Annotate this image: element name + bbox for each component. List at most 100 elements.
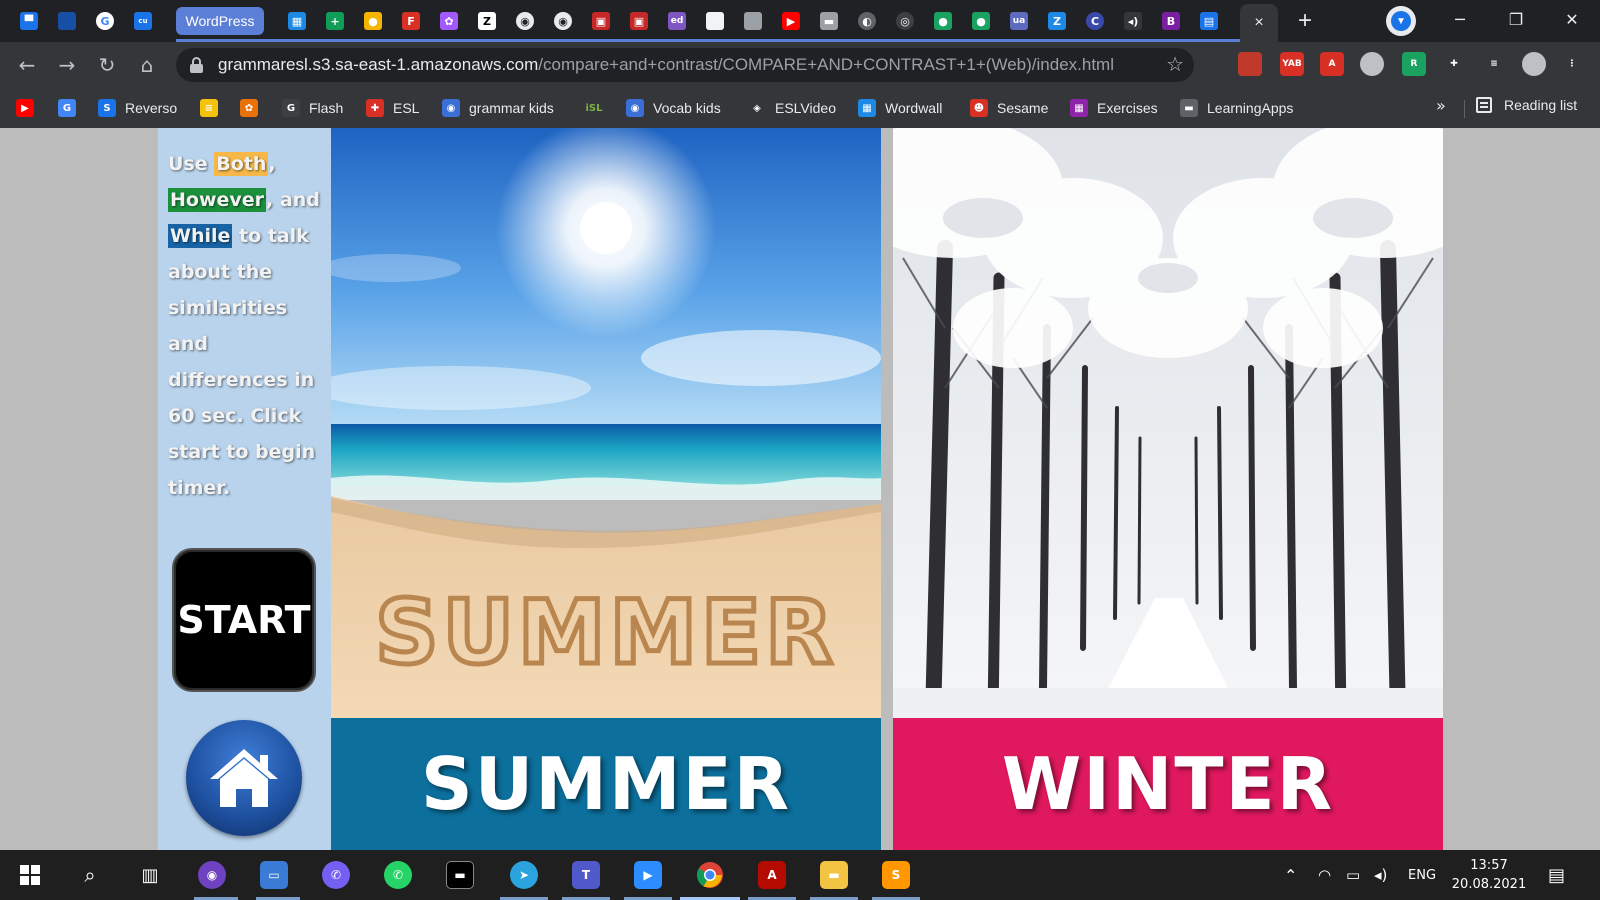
- yab-icon[interactable]: YAB: [1280, 52, 1304, 76]
- shield-icon[interactable]: [1360, 52, 1384, 76]
- close-window-button[interactable]: ✕: [1544, 0, 1600, 38]
- bookmark-item[interactable]: ✚ ESL: [366, 97, 419, 119]
- tab-13[interactable]: [738, 6, 768, 36]
- bookmark-item[interactable]: ▦ Wordwall: [858, 97, 942, 119]
- tab-11[interactable]: ed: [662, 6, 692, 36]
- show-hidden-icons-button[interactable]: ⌃: [1284, 850, 1297, 900]
- network-icon[interactable]: ◠: [1318, 850, 1331, 900]
- minimize-button[interactable]: ─: [1432, 0, 1488, 38]
- bookmark-item[interactable]: G: [58, 97, 85, 119]
- bookmark-item[interactable]: ◉ Vocab kids: [626, 97, 721, 119]
- browser-toolbar: ← → ↻ ⌂ grammaresl.s3.sa-east-1.amazonaw…: [0, 42, 1600, 88]
- tab-24[interactable]: B: [1156, 6, 1186, 36]
- reload-button[interactable]: ↻: [92, 50, 122, 80]
- bookmark-item[interactable]: ▶: [16, 97, 43, 119]
- taskbar-app-github[interactable]: ◉: [194, 857, 230, 893]
- forward-button[interactable]: →: [52, 50, 82, 80]
- home-button[interactable]: [186, 720, 302, 836]
- tab-14[interactable]: ▶: [776, 6, 806, 36]
- taskbar-app-explorer[interactable]: ▬: [816, 857, 852, 893]
- account-icon[interactable]: [1522, 52, 1546, 76]
- clock[interactable]: 13:57 20.08.2021: [1444, 856, 1534, 894]
- taskbar-app-teams[interactable]: T: [568, 857, 604, 893]
- active-tab-close-button[interactable]: ×: [1240, 4, 1278, 42]
- profile-icon[interactable]: ▼: [1386, 6, 1416, 36]
- start-menu-button[interactable]: [12, 857, 48, 893]
- bookmark-item[interactable]: G Flash: [282, 97, 343, 119]
- bookmark-item[interactable]: ▬ LearningApps: [1180, 97, 1293, 119]
- pinned-tab-4[interactable]: cu: [128, 6, 158, 36]
- tab-20[interactable]: ua: [1004, 6, 1034, 36]
- bookmark-star-icon[interactable]: ☆: [1166, 52, 1184, 76]
- search-icon[interactable]: ⌕: [72, 857, 108, 893]
- puzzle-icon[interactable]: ✚: [1442, 52, 1466, 76]
- tab-22[interactable]: C: [1080, 6, 1110, 36]
- tab-8[interactable]: ◉: [548, 6, 578, 36]
- taskbar-app-zoom[interactable]: ▶: [630, 857, 666, 893]
- tab-18[interactable]: ●: [928, 6, 958, 36]
- taskbar-app-viber[interactable]: ✆: [318, 857, 354, 893]
- pinned-tab-2[interactable]: [52, 6, 82, 36]
- bookmark-item[interactable]: ✿: [240, 97, 267, 119]
- notifications-icon[interactable]: ▤: [1548, 850, 1565, 900]
- tab-3[interactable]: ●: [358, 6, 388, 36]
- pinned-tab-1[interactable]: ▀: [14, 6, 44, 36]
- bookmark-item[interactable]: ◉ grammar kids: [442, 97, 554, 119]
- tab-15[interactable]: ▬: [814, 6, 844, 36]
- volume-icon[interactable]: ◂): [1374, 850, 1387, 900]
- bookmark-item[interactable]: ☻ Sesame: [970, 97, 1048, 119]
- battery-icon[interactable]: ▭: [1346, 850, 1360, 900]
- tab-5[interactable]: ✿: [434, 6, 464, 36]
- tab-25[interactable]: ▤: [1194, 6, 1224, 36]
- ua-icon: ua: [1010, 12, 1028, 30]
- green-ext-icon[interactable]: R: [1402, 52, 1426, 76]
- tab-17[interactable]: ◎: [890, 6, 920, 36]
- tab-9[interactable]: ▣: [586, 6, 616, 36]
- tab-21[interactable]: Z: [1042, 6, 1072, 36]
- acrobat-icon[interactable]: A: [1320, 52, 1344, 76]
- taskbar-app-whatsapp[interactable]: ✆: [380, 857, 416, 893]
- bookmarks-overflow-button[interactable]: »: [1436, 96, 1446, 115]
- bookmark-item[interactable]: S Reverso: [98, 97, 177, 119]
- menu-icon[interactable]: ⋮: [1560, 52, 1584, 76]
- instruction-punct: ,: [268, 153, 276, 175]
- pinned-tab-google[interactable]: G: [90, 6, 120, 36]
- tab-group-wordpress[interactable]: WordPress: [176, 7, 264, 35]
- tab-7[interactable]: ◉: [510, 6, 540, 36]
- restore-button[interactable]: ❐: [1488, 0, 1544, 38]
- youtube-icon: ▶: [16, 99, 34, 117]
- tab-4[interactable]: F: [396, 6, 426, 36]
- tab-12[interactable]: [700, 6, 730, 36]
- language-indicator[interactable]: ENG: [1408, 850, 1436, 900]
- taskbar-app-sublime[interactable]: S: [878, 857, 914, 893]
- bookmark-item[interactable]: iSL: [582, 97, 615, 119]
- taskbar-app-computer[interactable]: ▭: [256, 857, 292, 893]
- home-icon[interactable]: ⌂: [132, 50, 162, 80]
- start-button[interactable]: START: [172, 548, 316, 692]
- back-button[interactable]: ←: [12, 50, 42, 80]
- tab-23[interactable]: ◂): [1118, 6, 1148, 36]
- instruction-rest: to talk about the similarities and diffe…: [168, 225, 316, 499]
- task-view-icon[interactable]: ▥: [132, 857, 168, 893]
- bookmark-item[interactable]: ≡: [200, 97, 227, 119]
- bookmark-item[interactable]: ◈ ESLVideo: [748, 97, 836, 119]
- address-bar[interactable]: grammaresl.s3.sa-east-1.amazonaws.com/co…: [176, 48, 1194, 82]
- tab-10[interactable]: ▣: [624, 6, 654, 36]
- document-icon: [744, 12, 762, 30]
- tab-19[interactable]: ●: [966, 6, 996, 36]
- lock-icon[interactable]: [190, 57, 203, 73]
- taskbar-app-acrobat[interactable]: A: [754, 857, 790, 893]
- url-text[interactable]: grammaresl.s3.sa-east-1.amazonaws.com/co…: [218, 55, 1114, 75]
- tab-6[interactable]: Z: [472, 6, 502, 36]
- tab-16[interactable]: ◐: [852, 6, 882, 36]
- red-bookmark-icon[interactable]: [1238, 52, 1262, 76]
- reading-list-button[interactable]: Reading list: [1476, 97, 1577, 113]
- tab-1[interactable]: ▦: [282, 6, 312, 36]
- taskbar-app-terminal[interactable]: ▬: [442, 857, 478, 893]
- bookmark-item[interactable]: ▦ Exercises: [1070, 97, 1158, 119]
- taskbar-app-chrome[interactable]: [692, 857, 728, 893]
- tab-2[interactable]: +: [320, 6, 350, 36]
- new-tab-button[interactable]: +: [1290, 6, 1320, 36]
- media-icon[interactable]: ≡: [1482, 52, 1506, 76]
- taskbar-app-telegram[interactable]: ➤: [506, 857, 542, 893]
